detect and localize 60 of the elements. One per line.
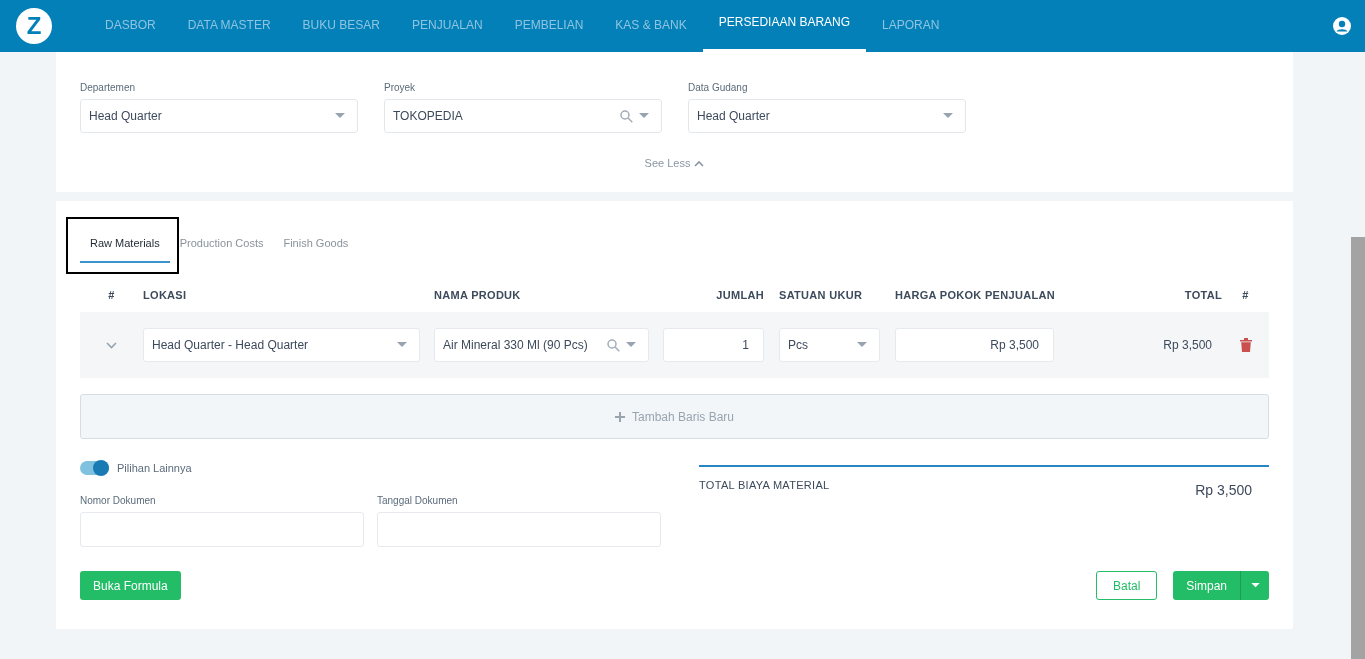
nav-tab[interactable]: PENJUALAN bbox=[395, 0, 499, 52]
caret-icon bbox=[335, 113, 345, 119]
unit-select[interactable]: Pcs bbox=[779, 328, 880, 362]
cancel-button[interactable]: Batal bbox=[1095, 571, 1158, 600]
add-row-button[interactable]: Tambah Baris Baru bbox=[80, 394, 1269, 439]
input-field[interactable] bbox=[80, 512, 364, 547]
tab[interactable]: Production Costs bbox=[169, 237, 274, 263]
column-header: TOTAL bbox=[1183, 289, 1222, 301]
nav-tab[interactable]: DATA MASTER bbox=[171, 0, 287, 52]
search-select-field[interactable]: TOKOPEDIA bbox=[384, 99, 662, 133]
input-field[interactable] bbox=[377, 512, 661, 547]
field-label: Departemen bbox=[80, 82, 137, 93]
search-icon bbox=[607, 338, 620, 352]
chevron-up-icon bbox=[694, 159, 705, 167]
caret-icon bbox=[857, 342, 867, 348]
search-icon bbox=[620, 109, 633, 123]
nav-tab[interactable]: KAS & BANK bbox=[599, 0, 703, 52]
save-options-button[interactable] bbox=[1241, 571, 1269, 600]
save-button[interactable]: Simpan bbox=[1173, 571, 1241, 600]
tab[interactable]: Finish Goods bbox=[273, 237, 359, 263]
column-header: # bbox=[107, 289, 116, 301]
nav-tab[interactable]: LAPORAN bbox=[866, 0, 956, 52]
row-total: Rp 3,500 bbox=[1162, 338, 1213, 352]
tab[interactable]: Raw Materials bbox=[80, 237, 170, 263]
field-label: Nomor Dokumen bbox=[80, 495, 157, 506]
price-field[interactable]: Rp 3,500 bbox=[895, 328, 1054, 362]
toggle-switch[interactable] bbox=[80, 461, 109, 475]
column-header: LOKASI bbox=[143, 289, 188, 301]
select-field[interactable]: Head Quarter bbox=[80, 99, 358, 133]
caret-icon bbox=[1250, 583, 1260, 588]
see-less-link[interactable]: See Less bbox=[644, 157, 705, 169]
quantity-field[interactable]: 1 bbox=[663, 328, 764, 362]
location-select[interactable]: Head Quarter - Head Quarter bbox=[143, 328, 420, 362]
column-header: HARGA POKOK PENJUALAN bbox=[895, 289, 1054, 301]
field-label: Proyek bbox=[384, 82, 417, 93]
summary-value: Rp 3,500 bbox=[1195, 482, 1253, 500]
column-header: NAMA PRODUK bbox=[434, 289, 522, 301]
column-header: SATUAN UKUR bbox=[779, 289, 864, 301]
caret-icon bbox=[943, 113, 953, 119]
select-field[interactable]: Head Quarter bbox=[688, 99, 966, 133]
toggle-label: Pilihan Lainnya bbox=[117, 462, 192, 474]
field-label: Tanggal Dokumen bbox=[377, 495, 459, 506]
open-formula-button[interactable]: Buka Formula bbox=[80, 571, 181, 600]
plus-icon bbox=[614, 411, 625, 422]
nav-tab[interactable]: DASBOR bbox=[89, 0, 172, 52]
logo[interactable]: Z bbox=[16, 8, 52, 44]
nav-tab[interactable]: PEMBELIAN bbox=[498, 0, 600, 52]
product-select[interactable]: Air Mineral 330 Ml (90 Pcs) bbox=[434, 328, 649, 362]
caret-icon bbox=[639, 113, 649, 119]
nav-tab[interactable]: BUKU BESAR bbox=[286, 0, 396, 52]
summary-label: TOTAL BIAYA MATERIAL bbox=[699, 479, 830, 493]
chevron-down-icon[interactable] bbox=[106, 341, 117, 349]
column-header: JUMLAH bbox=[715, 289, 765, 301]
caret-icon bbox=[397, 342, 407, 348]
scrollbar-thumb[interactable] bbox=[1351, 237, 1365, 659]
caret-icon bbox=[626, 342, 636, 348]
column-header: # bbox=[1241, 289, 1250, 301]
field-label: Data Gudang bbox=[688, 82, 749, 93]
user-icon[interactable] bbox=[1333, 17, 1351, 35]
trash-icon[interactable] bbox=[1239, 338, 1252, 352]
